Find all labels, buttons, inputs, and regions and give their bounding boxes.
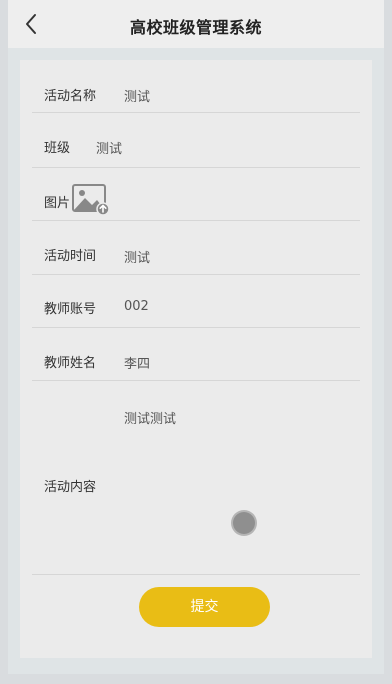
activity-time-label: 活动时间	[44, 249, 97, 264]
activity-time-row: 活动时间 测试	[32, 221, 360, 275]
teacher-account-value[interactable]: 002	[124, 299, 149, 314]
teacher-name-row: 教师姓名 李四	[32, 328, 360, 381]
class-value[interactable]: 测试	[96, 138, 122, 157]
image-upload-icon[interactable]	[72, 184, 110, 216]
activity-name-row: 活动名称 测试	[32, 60, 360, 113]
activity-name-label: 活动名称	[44, 89, 97, 104]
teacher-name-label: 教师姓名	[44, 356, 97, 371]
activity-time-value[interactable]: 测试	[124, 247, 150, 266]
activity-name-value[interactable]: 测试	[124, 86, 150, 105]
floating-dot-button[interactable]	[233, 512, 255, 534]
page-title: 高校班级管理系统	[129, 18, 262, 37]
teacher-name-value[interactable]: 李四	[124, 353, 150, 372]
form-card: 活动名称 测试 班级 测试 图片 活动时间 测试 教师账号 002 教师姓名 李…	[20, 60, 372, 658]
submit-button[interactable]: 提交	[139, 587, 270, 627]
app-frame: 高校班级管理系统 活动名称 测试 班级 测试 图片 活动时间 测试 教师账号 0…	[8, 0, 384, 674]
activity-content-value[interactable]: 测试测试	[124, 408, 176, 427]
teacher-account-label: 教师账号	[44, 302, 97, 317]
header-bar: 高校班级管理系统	[8, 0, 384, 48]
class-label: 班级	[44, 141, 71, 156]
activity-content-label: 活动内容	[44, 480, 97, 495]
class-row: 班级 测试	[32, 113, 360, 168]
activity-content-row: 测试测试 活动内容	[32, 381, 360, 575]
teacher-account-row: 教师账号 002	[32, 275, 360, 328]
image-label: 图片	[44, 196, 71, 211]
